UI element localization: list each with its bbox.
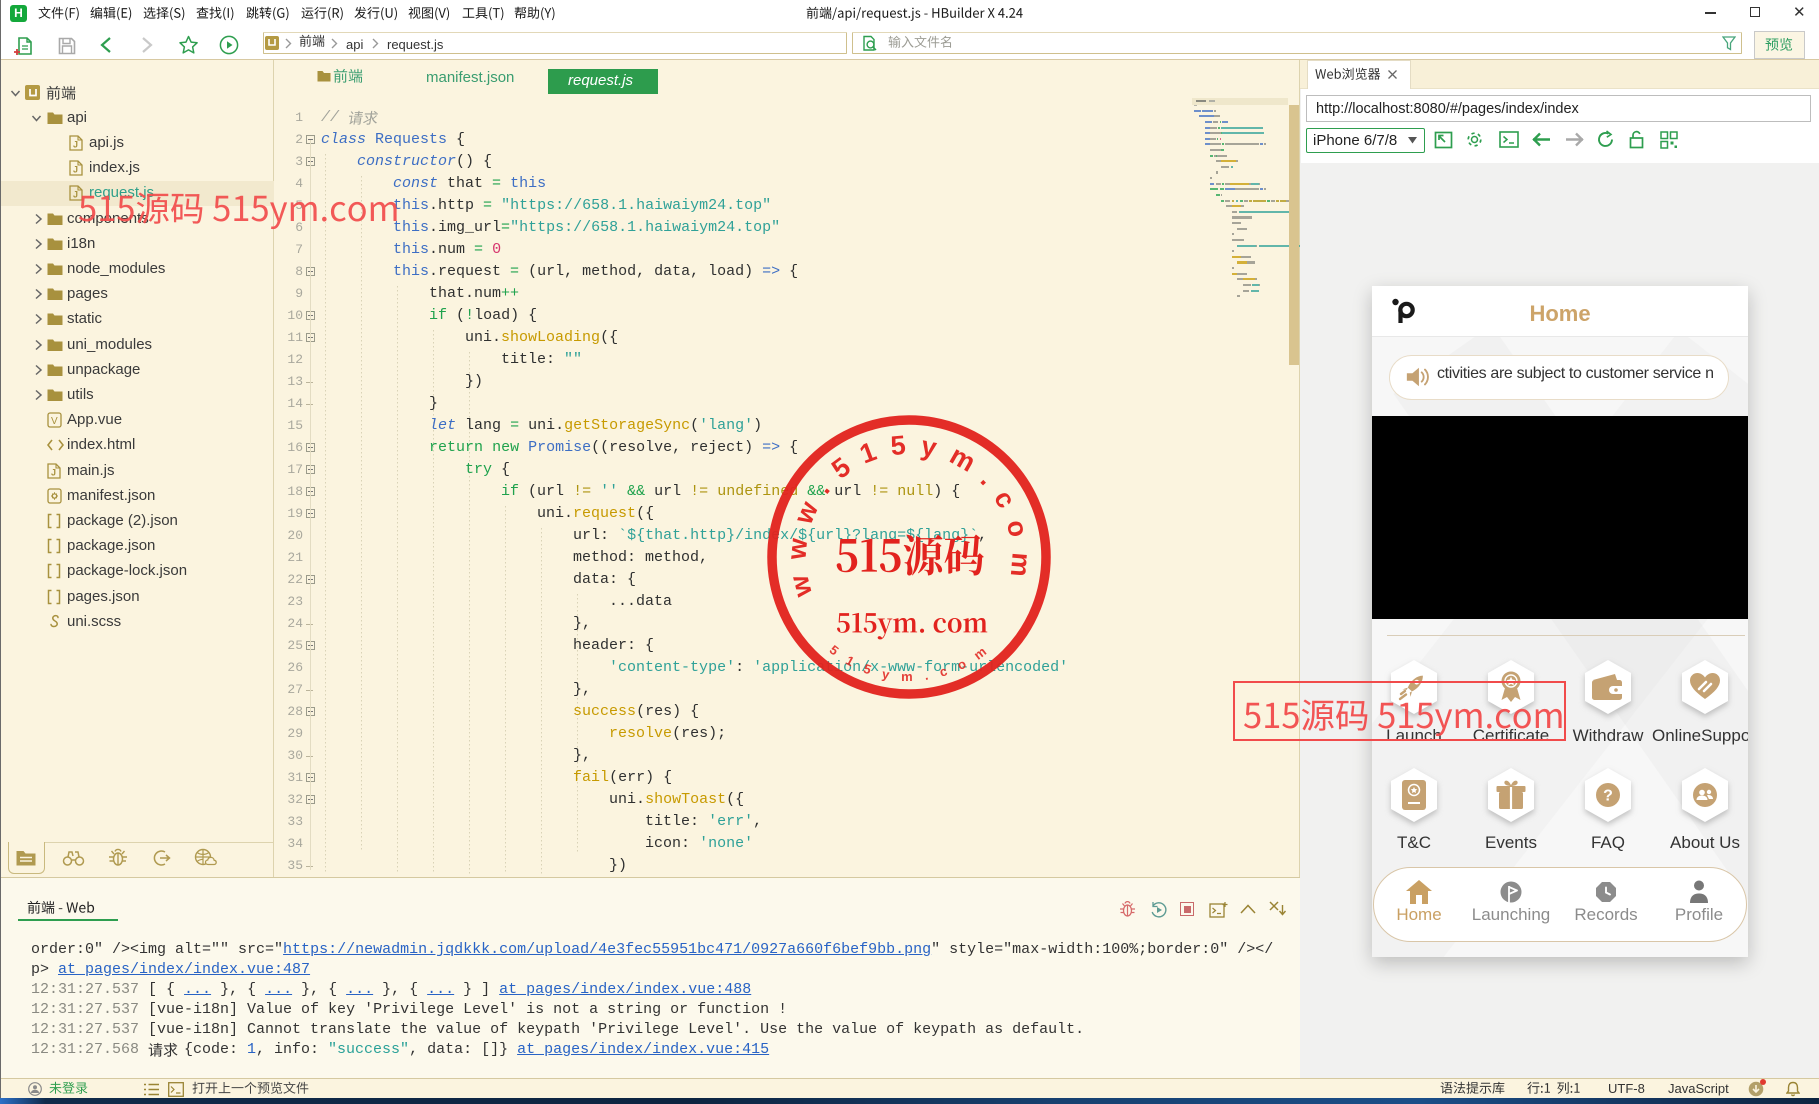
svg-text:V: V [51,416,58,427]
svg-text:J: J [73,165,78,175]
svg-text:?: ? [1603,788,1613,805]
svg-text:J: J [73,139,78,149]
svg-text:J: J [51,467,56,477]
